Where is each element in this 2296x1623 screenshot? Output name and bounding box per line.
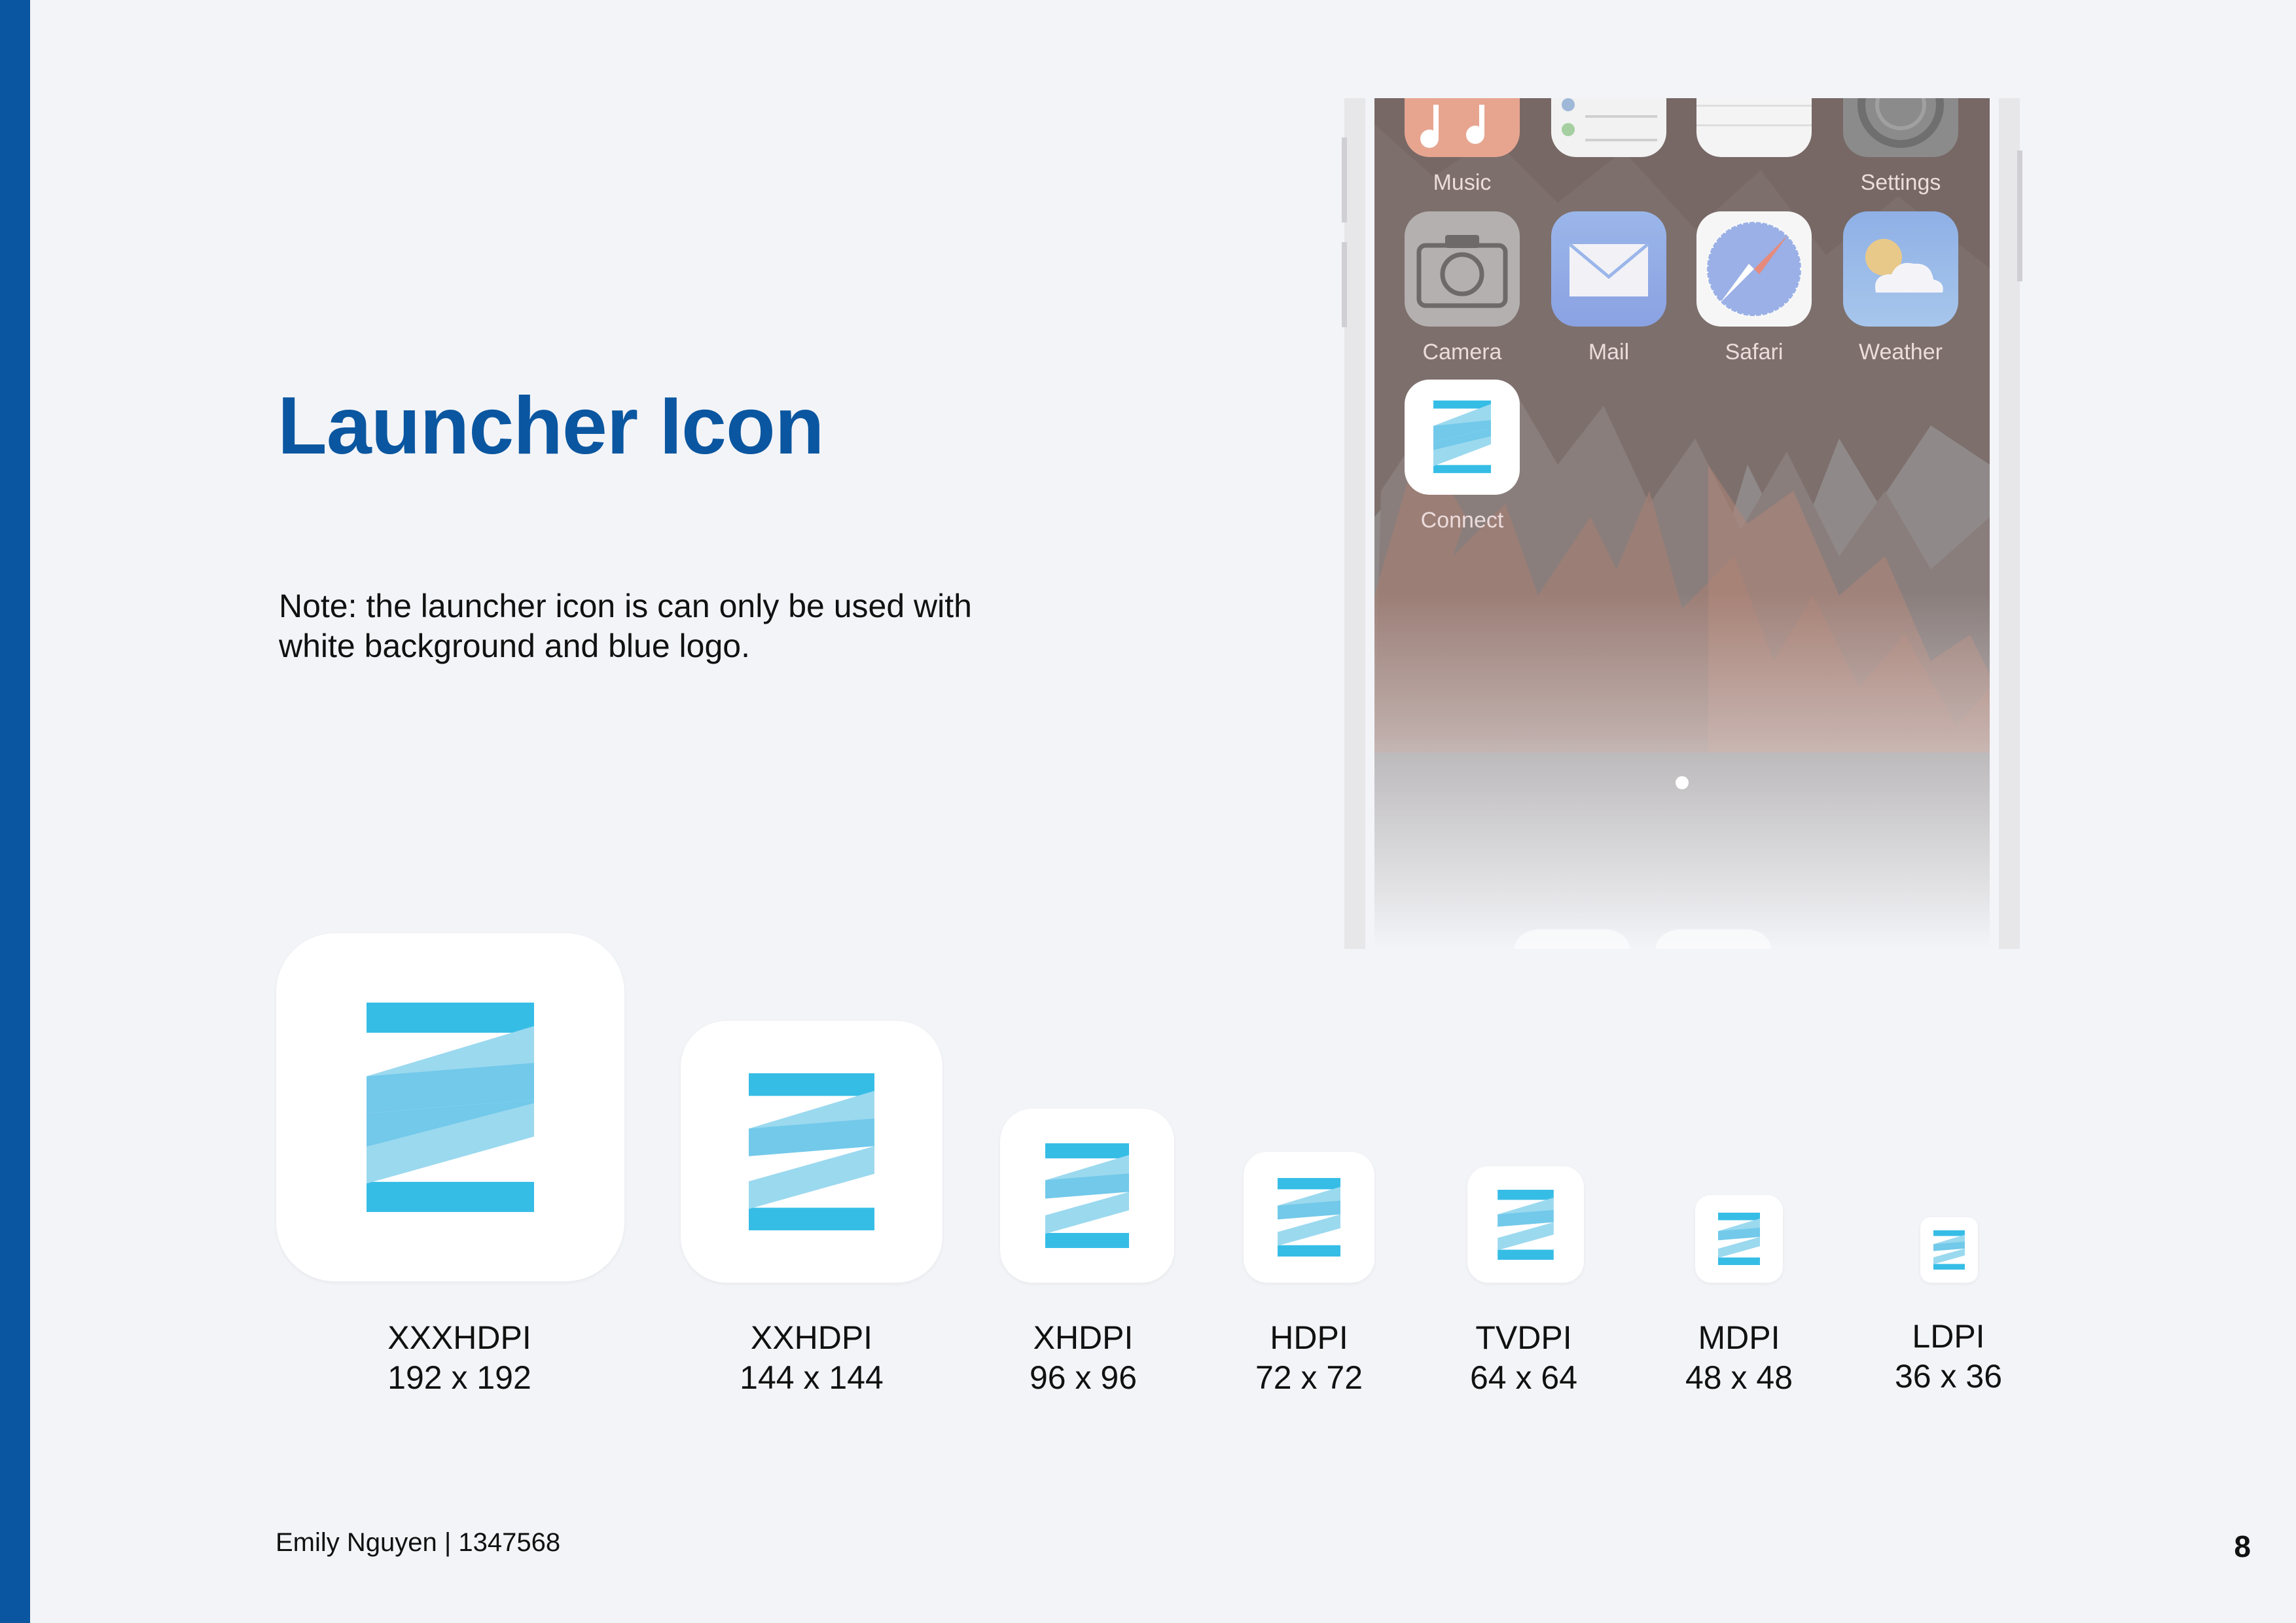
icon-preview-tvdpi [1467, 1166, 1584, 1283]
reminders-icon [1551, 98, 1666, 157]
connect-logo-icon [1045, 1143, 1129, 1248]
icon-preview-ldpi [1920, 1217, 1978, 1283]
notes-icon [1696, 98, 1812, 157]
icon-preview-xxhdpi [681, 1021, 942, 1283]
left-accent-bar [0, 0, 30, 1623]
connect-logo-icon [1718, 1213, 1760, 1265]
mail-icon [1551, 211, 1666, 327]
footer-author: Emily Nguyen | 1347568 [276, 1528, 561, 1557]
music-icon [1405, 98, 1520, 157]
gear-icon [1843, 98, 1958, 157]
home-app-music[interactable]: Music [1405, 98, 1520, 195]
page-indicator-dot [1676, 776, 1689, 789]
icon-label-ldpi: LDPI 36 x 36 [1894, 1318, 2002, 1395]
connect-logo-icon [749, 1073, 874, 1230]
home-app-notes[interactable] [1696, 98, 1812, 157]
home-app-reminders[interactable] [1551, 98, 1666, 157]
connect-logo-icon [367, 1003, 534, 1212]
connect-logo-icon [1498, 1190, 1554, 1260]
icon-preview-hdpi [1244, 1152, 1374, 1283]
connect-logo-icon [1933, 1230, 1965, 1270]
connect-logo-icon [1405, 380, 1520, 495]
camera-icon [1405, 211, 1520, 327]
icon-preview-xxxhdpi [276, 933, 624, 1281]
home-app-mail[interactable]: Mail [1551, 211, 1666, 365]
home-app-connect[interactable]: Connect [1405, 380, 1520, 533]
phone-mockup: Music Settings Camera Mail Safari Weathe… [1342, 98, 2022, 949]
icon-label-xxxhdpi: XXXHDPI 192 x 192 [387, 1319, 531, 1396]
weather-icon [1843, 211, 1958, 327]
connect-logo-icon [1278, 1178, 1340, 1257]
home-app-camera[interactable]: Camera [1405, 211, 1520, 365]
page-title: Launcher Icon [278, 381, 824, 471]
icon-preview-mdpi [1695, 1195, 1783, 1283]
home-app-weather[interactable]: Weather [1843, 211, 1958, 365]
page-number: 8 [2234, 1529, 2251, 1563]
home-app-safari[interactable]: Safari [1696, 211, 1812, 365]
safari-icon [1696, 211, 1812, 327]
note-text: Note: the launcher icon is can only be u… [279, 588, 972, 664]
icon-preview-xhdpi [1000, 1109, 1174, 1283]
home-app-settings[interactable]: Settings [1843, 98, 1958, 195]
